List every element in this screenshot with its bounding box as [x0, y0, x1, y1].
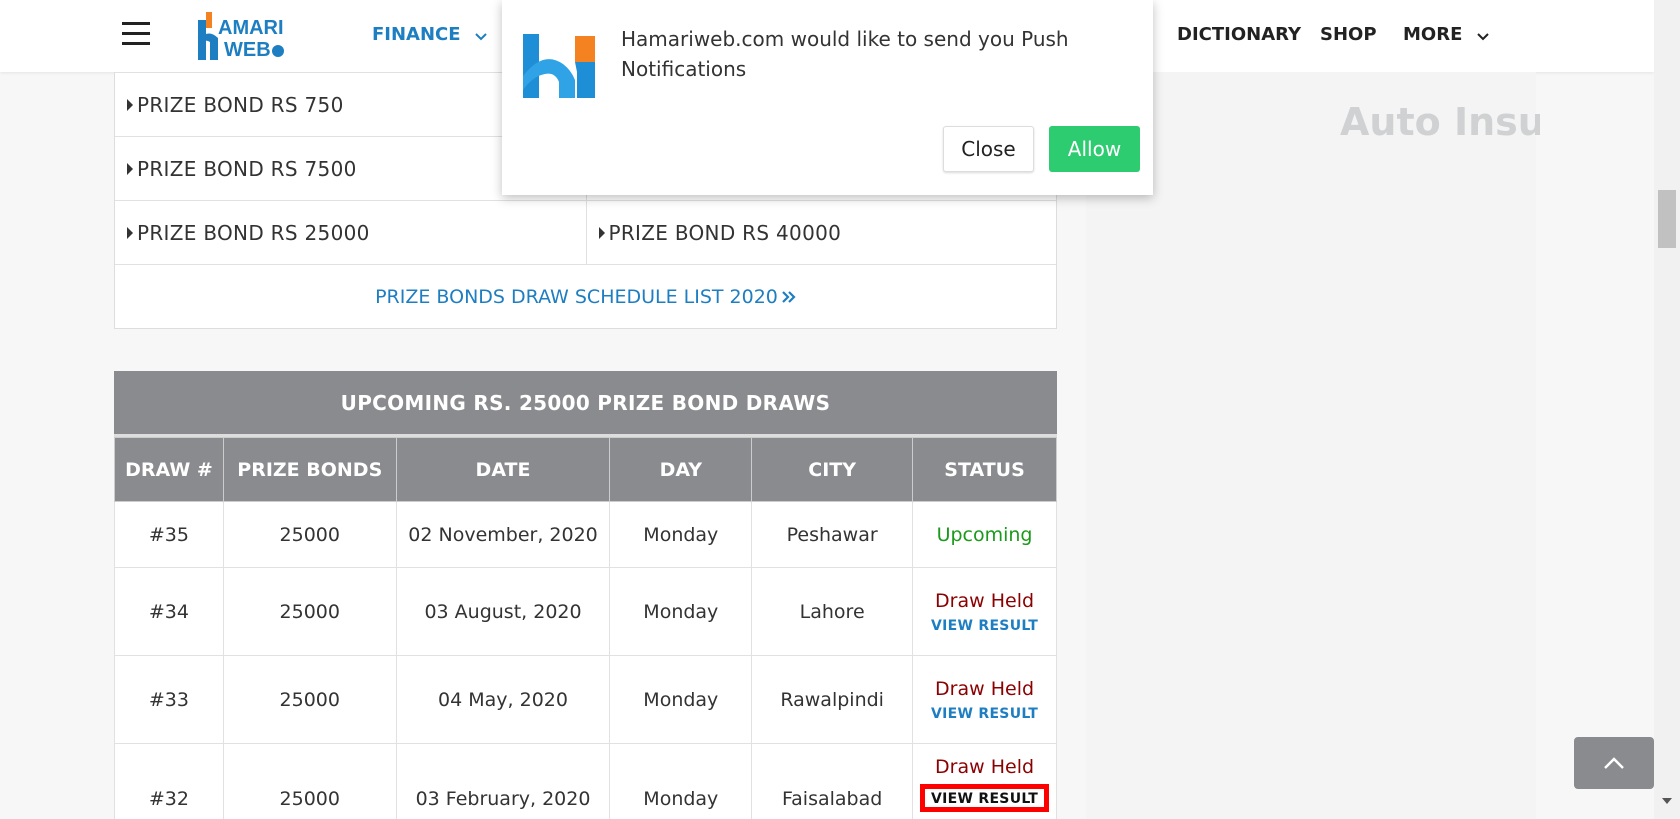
- col-header-date: DATE: [395, 437, 611, 502]
- sidebar-ad-area: [1086, 72, 1536, 819]
- nav-more[interactable]: MORE: [1403, 24, 1489, 46]
- nav-finance[interactable]: FINANCE: [372, 24, 487, 46]
- table-row: #34 25000 03 August, 2020 Monday Lahore …: [114, 567, 1057, 656]
- cell-draw: #35: [114, 501, 224, 568]
- prize-bond-link-40000[interactable]: PRIZE BOND RS 40000: [585, 201, 1057, 264]
- popup-close-button[interactable]: Close: [943, 126, 1034, 172]
- cell-day: Monday: [609, 567, 753, 656]
- chevron-down-icon: [475, 25, 487, 46]
- cell-date: 03 February, 2020: [395, 743, 611, 819]
- cell-date: 04 May, 2020: [395, 655, 611, 744]
- view-result-link-highlighted[interactable]: VIEW RESULT: [919, 784, 1050, 812]
- caret-right-icon: [127, 98, 133, 111]
- status-draw-held: Draw Held: [935, 677, 1035, 700]
- push-notification-dialog: Hamariweb.com would like to send you Pus…: [502, 0, 1153, 195]
- site-logo[interactable]: AMARI WEB: [192, 8, 288, 64]
- caret-right-icon: [127, 226, 133, 239]
- draws-table: DRAW # PRIZE BONDS DATE DAY CITY STATUS …: [114, 437, 1057, 819]
- draw-schedule-link[interactable]: PRIZE BONDS DRAW SCHEDULE LIST 2020: [115, 264, 1056, 328]
- status-upcoming: Upcoming: [936, 523, 1033, 546]
- nav-dictionary[interactable]: DICTIONARY: [1177, 24, 1301, 45]
- cell-date: 03 August, 2020: [395, 567, 611, 656]
- col-header-city: CITY: [751, 437, 914, 502]
- cell-city: Rawalpindi: [751, 655, 914, 744]
- ad-text[interactable]: Auto Insur: [1340, 100, 1540, 144]
- link-label: PRIZE BOND RS 750: [137, 92, 344, 117]
- link-label: PRIZE BOND RS 40000: [608, 220, 842, 245]
- logo-text-top: AMARI: [218, 17, 284, 39]
- caret-right-icon: [127, 162, 133, 175]
- cell-draw: #34: [114, 567, 224, 656]
- back-to-top-button[interactable]: [1574, 737, 1654, 789]
- cell-status: Draw Held VIEW RESULT: [912, 567, 1057, 656]
- col-header-day: DAY: [609, 437, 753, 502]
- draw-schedule-label: PRIZE BONDS DRAW SCHEDULE LIST 2020: [375, 285, 778, 308]
- cell-draw: #33: [114, 655, 224, 744]
- nav-shop[interactable]: SHOP: [1320, 24, 1377, 45]
- popup-message: Hamariweb.com would like to send you Pus…: [621, 27, 1069, 81]
- double-chevron-right-icon: [782, 286, 796, 308]
- cell-bonds: 25000: [222, 655, 397, 744]
- cell-day: Monday: [609, 501, 753, 568]
- popup-allow-button[interactable]: Allow: [1049, 126, 1140, 172]
- cell-day: Monday: [609, 743, 753, 819]
- cell-city: Faisalabad: [751, 743, 914, 819]
- cell-status: Draw Held VIEW RESULT: [912, 655, 1057, 744]
- table-row: #35 25000 02 November, 2020 Monday Pesha…: [114, 501, 1057, 568]
- view-result-link[interactable]: VIEW RESULT: [913, 706, 1056, 722]
- cell-status: Draw Held VIEW RESULT: [912, 743, 1057, 819]
- table-header-row: DRAW # PRIZE BONDS DATE DAY CITY STATUS: [114, 437, 1057, 502]
- nav-more-label: MORE: [1403, 24, 1463, 45]
- page-scrollbar[interactable]: [1654, 0, 1680, 819]
- hamburger-menu-icon[interactable]: [122, 22, 150, 46]
- table-row: #33 25000 04 May, 2020 Monday Rawalpindi…: [114, 655, 1057, 744]
- view-result-link[interactable]: VIEW RESULT: [913, 618, 1056, 634]
- col-header-draw: DRAW #: [114, 437, 224, 502]
- nav-finance-label: FINANCE: [372, 24, 461, 45]
- logo-text-bottom: WEB: [224, 39, 271, 61]
- status-draw-held: Draw Held: [935, 589, 1035, 612]
- upcoming-draws-section: UPCOMING RS. 25000 PRIZE BOND DRAWS DRAW…: [114, 371, 1057, 819]
- col-header-prize-bonds: PRIZE BONDS: [222, 437, 397, 502]
- cell-status: Upcoming: [912, 501, 1057, 568]
- col-header-status: STATUS: [912, 437, 1057, 502]
- prize-bond-link-25000[interactable]: PRIZE BOND RS 25000: [115, 201, 586, 264]
- cell-bonds: 25000: [222, 501, 397, 568]
- cell-city: Lahore: [751, 567, 914, 656]
- cell-bonds: 25000: [222, 567, 397, 656]
- link-label: PRIZE BOND RS 25000: [137, 220, 370, 245]
- chevron-up-icon: [1604, 757, 1624, 769]
- cell-day: Monday: [609, 655, 753, 744]
- cell-date: 02 November, 2020: [395, 501, 611, 568]
- hamariweb-h-logo-icon: [519, 30, 601, 106]
- scroll-down-arrow-icon[interactable]: [1662, 798, 1672, 804]
- links-row: PRIZE BOND RS 25000 PRIZE BOND RS 40000: [115, 200, 1056, 264]
- caret-right-icon: [598, 226, 605, 239]
- table-row: #32 25000 03 February, 2020 Monday Faisa…: [114, 743, 1057, 819]
- link-label: PRIZE BOND RS 7500: [137, 156, 357, 181]
- scrollbar-thumb[interactable]: [1658, 190, 1676, 248]
- cell-bonds: 25000: [222, 743, 397, 819]
- chevron-down-icon: [1476, 25, 1489, 46]
- draws-title: UPCOMING RS. 25000 PRIZE BOND DRAWS: [114, 371, 1057, 437]
- cell-draw: #32: [114, 743, 224, 819]
- status-draw-held: Draw Held: [935, 756, 1035, 778]
- cell-city: Peshawar: [751, 501, 914, 568]
